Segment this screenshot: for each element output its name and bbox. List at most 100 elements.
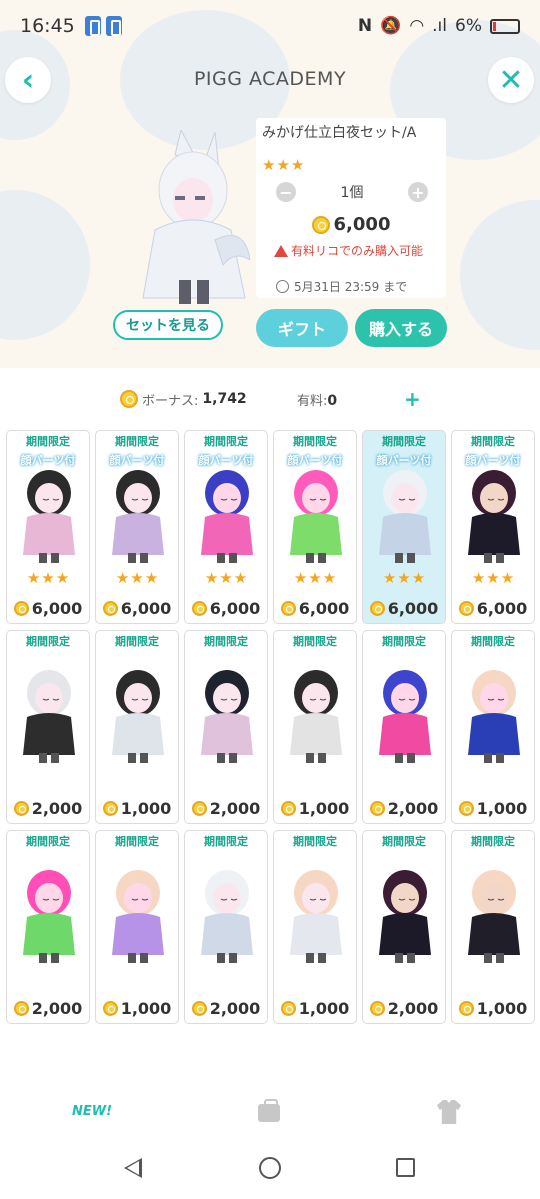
- price-value: 2,000: [209, 999, 261, 1018]
- shirt-icon[interactable]: [437, 1100, 461, 1124]
- price-value: 6,000: [333, 214, 391, 235]
- item-card[interactable]: 期間限定 1,000: [451, 630, 535, 824]
- buy-button[interactable]: 購入する: [355, 309, 447, 347]
- star-icon: ★: [322, 569, 337, 587]
- item-avatar-thumbnail: [201, 470, 253, 563]
- status-time: 16:45: [20, 15, 75, 37]
- item-card[interactable]: 期間限定 2,000: [184, 630, 268, 824]
- item-card[interactable]: 期間限定 2,000: [6, 630, 90, 824]
- price-value: 2,000: [387, 799, 439, 818]
- limited-badge: 期間限定: [382, 635, 426, 648]
- item-avatar-preview: [142, 130, 250, 304]
- bag-icon[interactable]: [258, 1099, 280, 1122]
- item-price: 2,000: [185, 799, 267, 818]
- plus-button[interactable]: +: [407, 182, 428, 202]
- item-card[interactable]: 期間限定 顔パーツ付 ★ ★ ★ 6,000: [6, 430, 90, 624]
- coin-icon: [280, 801, 296, 816]
- coin-icon: [102, 801, 118, 816]
- item-card[interactable]: 期間限定 1,000: [95, 830, 179, 1024]
- coin-icon: [458, 601, 474, 616]
- star-icon: ★: [115, 569, 130, 587]
- limited-badge: 期間限定: [26, 835, 70, 848]
- limited-badge: 期間限定: [115, 835, 159, 848]
- warning-icon: [274, 244, 288, 257]
- view-set-button[interactable]: セットを見る: [113, 310, 223, 340]
- item-card[interactable]: 期間限定 顔パーツ付 ★ ★ ★ 6,000: [362, 430, 446, 624]
- star-icon: ★: [290, 156, 305, 174]
- star-icon: ★: [233, 569, 248, 587]
- item-card[interactable]: 期間限定 2,000: [362, 630, 446, 824]
- coin-icon: [280, 1001, 296, 1016]
- signal-icon: .ıl: [432, 16, 448, 36]
- star-icon: ★: [471, 569, 486, 587]
- deadline-text: 5月31日 23:59 まで: [294, 280, 408, 294]
- limited-badge: 期間限定: [471, 635, 515, 648]
- coin-icon: [191, 1001, 207, 1016]
- star-icon: ★: [55, 569, 70, 587]
- item-price: 1,000: [96, 799, 178, 818]
- nav-home-icon[interactable]: [259, 1157, 281, 1179]
- limited-badge: 期間限定: [382, 435, 426, 448]
- item-price: 1,000: [96, 999, 178, 1018]
- item-price: 6,000: [274, 599, 356, 618]
- coin-icon: [458, 801, 474, 816]
- item-avatar-thumbnail: [112, 670, 164, 763]
- star-icon: ★: [411, 569, 426, 587]
- nav-recents-icon[interactable]: [396, 1158, 415, 1177]
- item-card[interactable]: 期間限定 2,000: [6, 830, 90, 1024]
- item-card[interactable]: 期間限定 顔パーツ付 ★ ★ ★ 6,000: [184, 430, 268, 624]
- item-card[interactable]: 期間限定 1,000: [273, 830, 357, 1024]
- item-price: 6,000: [96, 599, 178, 618]
- limited-badge: 期間限定: [293, 835, 337, 848]
- paid-label: 有料:: [297, 393, 328, 409]
- item-avatar-thumbnail: [201, 870, 253, 963]
- price-value: 6,000: [209, 599, 261, 618]
- mute-icon: 🔕: [380, 16, 402, 36]
- item-price: 6,000: [452, 599, 534, 618]
- bottom-tabbar: NEW!: [0, 1082, 540, 1142]
- price-value: 2,000: [31, 999, 83, 1018]
- item-avatar-thumbnail: [379, 670, 431, 763]
- item-price: 1,000: [274, 999, 356, 1018]
- minus-button[interactable]: −: [276, 182, 296, 202]
- star-icon: ★: [397, 569, 411, 587]
- battery-percent: 6%: [455, 16, 482, 36]
- item-price: 2,000: [7, 999, 89, 1018]
- star-icon: ★: [41, 569, 55, 587]
- gift-button[interactable]: ギフト: [256, 309, 348, 347]
- item-card[interactable]: 期間限定 2,000: [184, 830, 268, 1024]
- limited-badge: 期間限定: [471, 435, 515, 448]
- item-card[interactable]: 期間限定 1,000: [95, 630, 179, 824]
- coin-icon: [102, 601, 118, 616]
- item-price: 6,000: [185, 599, 267, 618]
- price-value: 1,000: [298, 999, 350, 1018]
- item-card[interactable]: 期間限定 1,000: [273, 630, 357, 824]
- item-avatar-thumbnail: [290, 470, 342, 563]
- item-price: 6,000: [256, 214, 446, 235]
- coin-icon: [191, 601, 207, 616]
- star-icon: ★: [308, 569, 322, 587]
- add-currency-button[interactable]: +: [404, 387, 421, 411]
- balance-bar: ボーナス: 1,742 有料:0 +: [0, 380, 540, 418]
- price-value: 6,000: [476, 599, 528, 618]
- item-card[interactable]: 期間限定 1,000: [451, 830, 535, 1024]
- clock-icon: [276, 280, 289, 293]
- item-card[interactable]: 期間限定 顔パーツ付 ★ ★ ★ 6,000: [273, 430, 357, 624]
- wifi-icon: ◠: [409, 16, 425, 36]
- price-value: 6,000: [387, 599, 439, 618]
- coin-icon: [120, 390, 138, 408]
- item-card[interactable]: 期間限定 顔パーツ付 ★ ★ ★ 6,000: [95, 430, 179, 624]
- limited-badge: 期間限定: [204, 435, 248, 448]
- item-avatar-thumbnail: [290, 670, 342, 763]
- close-button[interactable]: ✕: [488, 57, 534, 103]
- tab-new[interactable]: NEW!: [72, 1104, 112, 1119]
- item-card[interactable]: 期間限定 顔パーツ付 ★ ★ ★ 6,000: [451, 430, 535, 624]
- coin-icon: [280, 601, 296, 616]
- bonus-label: ボーナス:: [142, 393, 199, 409]
- limited-badge: 期間限定: [204, 835, 248, 848]
- item-rarity: ★ ★ ★: [274, 571, 356, 586]
- nav-back-icon[interactable]: [124, 1158, 142, 1178]
- item-card[interactable]: 期間限定 2,000: [362, 830, 446, 1024]
- price-value: 1,000: [120, 799, 172, 818]
- item-avatar-thumbnail: [23, 870, 75, 963]
